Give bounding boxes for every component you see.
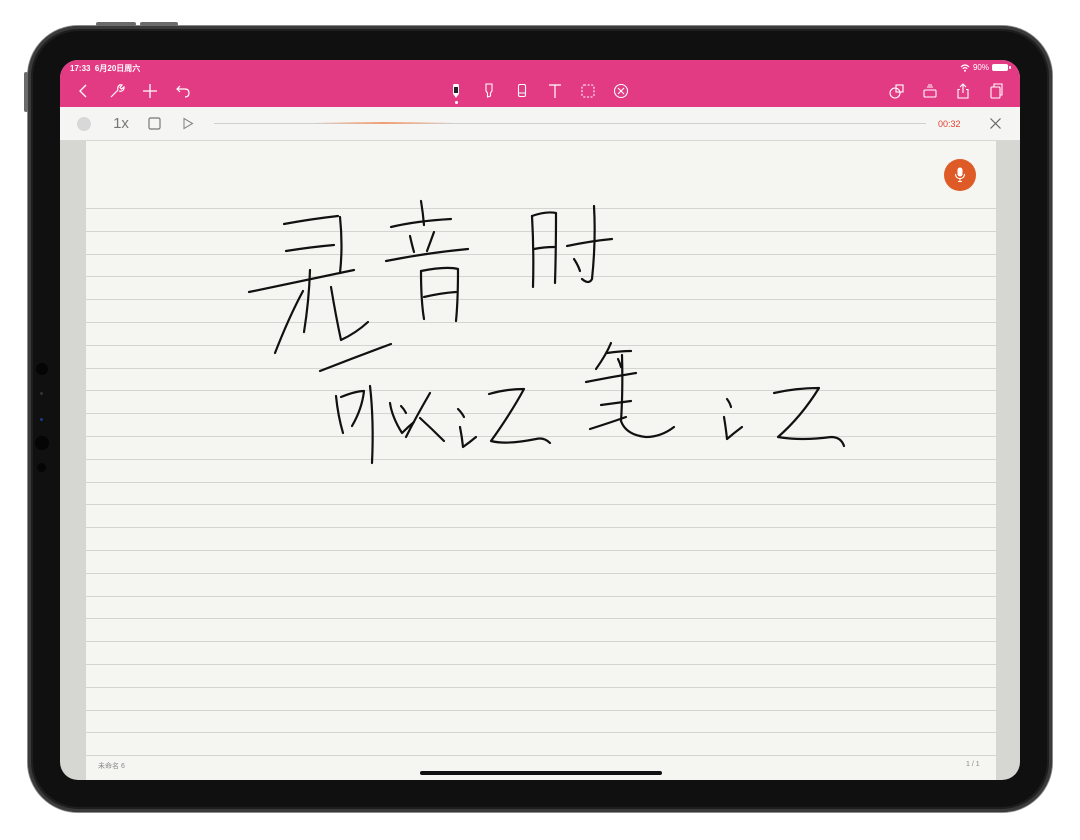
ruled-line bbox=[86, 641, 996, 642]
stop-button[interactable] bbox=[146, 115, 162, 132]
ruled-line bbox=[86, 413, 996, 414]
back-icon[interactable] bbox=[73, 80, 95, 102]
ruled-line bbox=[86, 550, 996, 551]
handwriting-stroke bbox=[247, 214, 370, 355]
ruled-line bbox=[86, 596, 996, 597]
ruled-line bbox=[86, 276, 996, 277]
highlighter-icon[interactable] bbox=[478, 80, 500, 102]
ruled-line bbox=[86, 755, 996, 756]
volume-button bbox=[140, 22, 178, 26]
camera-sensor bbox=[36, 363, 48, 375]
ruled-line bbox=[86, 710, 996, 711]
close-icon bbox=[989, 118, 1001, 129]
close-audio-button[interactable] bbox=[986, 115, 1004, 132]
ruled-line bbox=[86, 299, 996, 300]
plus-icon[interactable] bbox=[139, 80, 161, 102]
volume-button bbox=[96, 22, 136, 26]
elapsed-time: 00:32 bbox=[938, 119, 961, 129]
handwriting-stroke bbox=[722, 386, 846, 448]
status-time: 17:33 6月20日周六 bbox=[70, 64, 141, 73]
status-right: 90% bbox=[960, 63, 1011, 72]
ruled-line bbox=[86, 482, 996, 483]
camera-sensor bbox=[40, 418, 43, 421]
cancel-icon[interactable] bbox=[610, 80, 632, 102]
ruled-line bbox=[86, 345, 996, 346]
record-icon bbox=[77, 116, 91, 131]
progress-fill bbox=[314, 122, 454, 124]
ruled-line bbox=[86, 687, 996, 688]
ruled-line bbox=[86, 459, 996, 460]
text-icon[interactable] bbox=[544, 80, 566, 102]
selected-indicator bbox=[455, 101, 458, 104]
eraser-icon[interactable] bbox=[511, 80, 533, 102]
wrench-icon[interactable] bbox=[106, 80, 128, 102]
home-indicator[interactable] bbox=[420, 771, 662, 775]
handwriting-stroke bbox=[384, 199, 470, 323]
ipad-screen: 17:33 6月20日周六 90% 1x 00:32 未命名 6 1 / 1 bbox=[60, 60, 1020, 780]
speed-button[interactable]: 1x bbox=[108, 115, 134, 132]
shapes-icon[interactable] bbox=[886, 80, 908, 102]
record-button[interactable] bbox=[76, 115, 92, 132]
ruled-line bbox=[86, 231, 996, 232]
camera-sensor bbox=[37, 463, 46, 472]
wifi-icon bbox=[960, 63, 970, 72]
play-button[interactable] bbox=[180, 115, 196, 132]
ruled-line bbox=[86, 732, 996, 733]
ruled-line bbox=[86, 527, 996, 528]
lasso-icon[interactable] bbox=[577, 80, 599, 102]
pen-icon[interactable] bbox=[445, 80, 467, 104]
page-number: 1 / 1 bbox=[966, 761, 980, 768]
playback-progress[interactable] bbox=[214, 122, 926, 124]
front-camera bbox=[35, 436, 49, 450]
pages-icon[interactable] bbox=[985, 80, 1007, 102]
audio-recording-bar: 1x 00:32 bbox=[60, 107, 1020, 141]
ruled-line bbox=[86, 322, 996, 323]
handwriting-stroke bbox=[530, 204, 614, 289]
handwriting bbox=[247, 199, 846, 465]
undo-icon[interactable] bbox=[172, 80, 194, 102]
ruled-line bbox=[86, 573, 996, 574]
sticker-icon[interactable] bbox=[919, 80, 941, 102]
handwriting-stroke bbox=[456, 387, 552, 449]
stop-icon bbox=[147, 117, 161, 130]
power-button bbox=[24, 72, 28, 112]
handwriting-stroke bbox=[318, 342, 393, 465]
mic-button[interactable] bbox=[944, 159, 976, 191]
speed-label: 1x bbox=[113, 115, 129, 132]
ruled-line bbox=[86, 390, 996, 391]
battery-percent: 90% bbox=[972, 63, 989, 72]
play-icon bbox=[183, 117, 194, 130]
top-toolbar: 17:33 6月20日周六 90% bbox=[60, 60, 1020, 107]
ruled-line bbox=[86, 254, 996, 255]
microphone-icon bbox=[954, 167, 966, 183]
battery-icon bbox=[992, 64, 1011, 71]
ruled-line bbox=[86, 208, 996, 209]
ruled-line bbox=[86, 504, 996, 505]
handwriting-stroke bbox=[388, 391, 446, 443]
ruled-line bbox=[86, 436, 996, 437]
camera-sensor bbox=[40, 392, 43, 395]
ruled-line bbox=[86, 368, 996, 369]
ruled-line bbox=[86, 664, 996, 665]
share-icon[interactable] bbox=[952, 80, 974, 102]
note-page[interactable]: 未命名 6 1 / 1 bbox=[86, 141, 996, 780]
note-title: 未命名 6 bbox=[98, 763, 125, 770]
ruled-line bbox=[86, 618, 996, 619]
